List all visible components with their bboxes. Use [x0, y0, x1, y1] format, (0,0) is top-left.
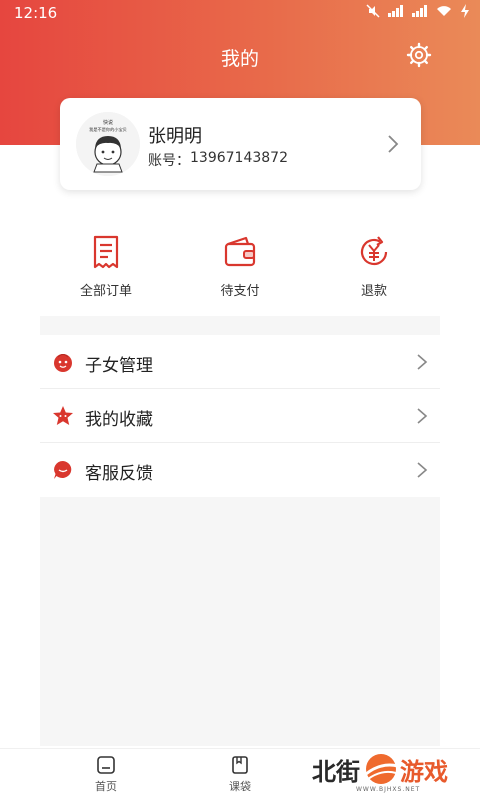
battery-charging-icon [461, 4, 469, 18]
watermark-text-left: 北街 [312, 758, 360, 786]
tab-home-label: 首页 [95, 780, 117, 793]
order-all-label: 全部订单 [79, 284, 132, 299]
menu-item-customer-feedback[interactable]: 客服反馈 [40, 443, 440, 497]
chevron-right-icon [417, 408, 428, 424]
order-pending-label: 待支付 [220, 284, 260, 299]
menu-list: 子女管理 我的收藏 客服反馈 [40, 335, 440, 497]
order-refund-label: 退款 [360, 284, 387, 299]
chevron-right-icon [417, 462, 428, 478]
order-all[interactable]: 全部订单 [56, 228, 156, 308]
child-face-icon [54, 354, 72, 372]
watermark-logo: 北街 游戏 WWW.BJHXS.NET [312, 750, 462, 794]
user-name: 张明明 [148, 126, 202, 147]
tab-home[interactable]: 首页 [76, 753, 136, 794]
account-row: 账号： 13967143872 [148, 150, 288, 170]
book-icon [232, 756, 248, 774]
wifi-icon [437, 6, 451, 16]
signal-icon [388, 5, 403, 17]
chevron-right-icon[interactable] [386, 134, 400, 154]
account-label: 账号： [148, 153, 190, 169]
status-bar: 12:16 [0, 0, 480, 26]
tab-course-bag-label: 课袋 [229, 780, 251, 793]
order-pending-payment[interactable]: 待支付 [190, 228, 290, 308]
avatar-image: 快说 我是不是你的小宝贝 [76, 112, 140, 176]
mute-icon [366, 4, 380, 18]
watermark-subtitle: WWW.BJHXS.NET [356, 786, 421, 793]
chat-bubble-icon [54, 461, 72, 479]
signal-icon-2 [412, 5, 427, 17]
avatar[interactable]: 快说 我是不是你的小宝贝 [76, 112, 140, 176]
watermark-text-right: 游戏 [400, 758, 448, 786]
star-icon [53, 406, 73, 425]
receipt-icon [93, 235, 119, 269]
menu-item-favorites[interactable]: 我的收藏 [40, 389, 440, 443]
tab-course-bag[interactable]: 课袋 [210, 753, 270, 794]
wallet-icon [224, 236, 256, 267]
watermark-globe-icon [365, 754, 399, 784]
avatar-caption-2: 我是不是你的小宝贝 [89, 126, 127, 133]
menu-item-label: 客服反馈 [85, 464, 153, 484]
menu-item-label: 我的收藏 [85, 410, 153, 430]
chevron-right-icon [417, 354, 428, 370]
orders-row: 全部订单 待支付 退款 [40, 228, 440, 308]
refund-icon [360, 236, 388, 266]
settings-gear-icon[interactable] [406, 42, 432, 68]
home-icon [97, 756, 115, 774]
status-icons [366, 4, 470, 18]
profile-card[interactable]: 快说 我是不是你的小宝贝 张明明 账号： 13967143872 [60, 98, 421, 190]
account-number: 13967143872 [190, 150, 288, 166]
status-time: 12:16 [14, 4, 58, 22]
order-refund[interactable]: 退款 [324, 228, 424, 308]
menu-item-label: 子女管理 [85, 356, 153, 376]
menu-item-children-management[interactable]: 子女管理 [40, 335, 440, 389]
avatar-caption-1: 快说 [103, 119, 113, 126]
